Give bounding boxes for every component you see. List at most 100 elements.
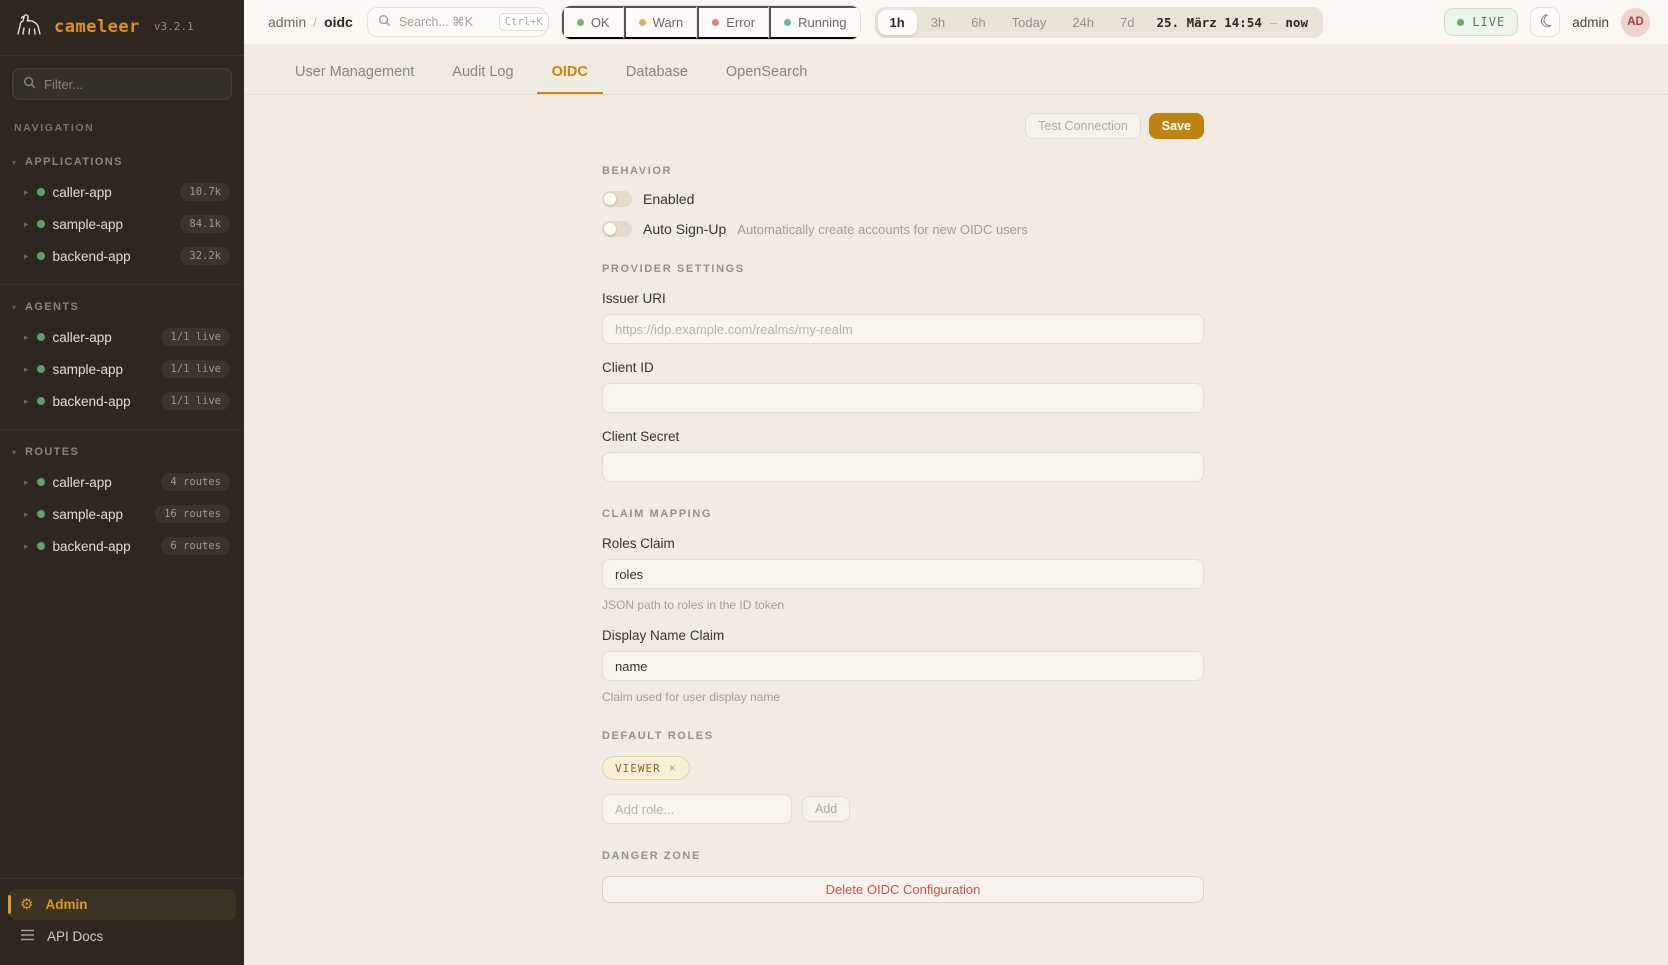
chevron-right-icon: ▸ (24, 509, 29, 520)
chevron-down-icon: ▾ (12, 303, 16, 312)
issuer-uri-input[interactable] (602, 314, 1204, 344)
search-input[interactable] (399, 15, 491, 29)
tab-opensearch[interactable]: OpenSearch (711, 44, 822, 94)
time-dash: — (1270, 15, 1278, 30)
default-roles-section-title: DEFAULT ROLES (602, 730, 1204, 742)
sidebar-item-sample-app-agent[interactable]: ▸ sample-app 1/1 live (0, 353, 244, 385)
range-7d-button[interactable]: 7d (1108, 10, 1146, 35)
enabled-toggle[interactable] (602, 191, 632, 207)
live-badge[interactable]: LIVE (1444, 8, 1518, 36)
sidebar-item-backend-app-agent[interactable]: ▸ backend-app 1/1 live (0, 385, 244, 417)
sidebar-item-caller-app-routes[interactable]: ▸ caller-app 4 routes (0, 466, 244, 498)
running-status-dot (784, 19, 791, 26)
theme-toggle-button[interactable] (1530, 7, 1560, 37)
breadcrumb: admin / oidc (268, 14, 353, 30)
range-3h-button[interactable]: 3h (919, 10, 957, 35)
search-shortcut-kbd: Ctrl+K (499, 13, 549, 31)
sidebar-filter[interactable] (12, 68, 232, 100)
main-area: admin / oidc Ctrl+K OK Warn (244, 0, 1668, 965)
add-role-row: Add (602, 794, 1204, 824)
status-dot (37, 510, 45, 518)
tab-oidc[interactable]: OIDC (537, 44, 603, 94)
roles-claim-input[interactable] (602, 559, 1204, 589)
client-secret-input[interactable] (602, 452, 1204, 482)
brand: cameleer v3.2.1 (0, 0, 244, 56)
remove-role-icon[interactable]: × (669, 761, 677, 775)
sidebar-item-api-docs[interactable]: API Docs (8, 921, 236, 952)
display-name-claim-input[interactable] (602, 651, 1204, 681)
chevron-right-icon: ▸ (24, 541, 29, 552)
breadcrumb-current: oidc (324, 14, 353, 30)
brand-version: v3.2.1 (154, 20, 194, 33)
time-range-group: 1h 3h 6h Today 24h 7d 25. März 14:54 — n… (875, 7, 1323, 38)
delete-oidc-config-button[interactable]: Delete OIDC Configuration (602, 876, 1204, 903)
tab-content: Test Connection Save BEHAVIOR Enabled Au… (244, 95, 1668, 965)
sidebar-item-sample-app-routes[interactable]: ▸ sample-app 16 routes (0, 498, 244, 530)
top-bar: admin / oidc Ctrl+K OK Warn (244, 0, 1668, 44)
breadcrumb-root[interactable]: admin (268, 14, 306, 30)
status-dot (37, 188, 45, 196)
global-search[interactable]: Ctrl+K (367, 7, 547, 37)
search-icon (378, 14, 391, 30)
display-name-claim-helper: Claim used for user display name (602, 690, 1204, 704)
count-badge: 32.2k (180, 247, 230, 265)
live-count-badge: 1/1 live (161, 328, 230, 346)
camel-logo-icon (14, 12, 44, 41)
range-6h-button[interactable]: 6h (959, 10, 997, 35)
sidebar-item-sample-app[interactable]: ▸ sample-app 84.1k (0, 208, 244, 240)
client-id-input[interactable] (602, 383, 1204, 413)
range-1h-button[interactable]: 1h (878, 10, 917, 35)
filter-input[interactable] (44, 77, 221, 92)
sidebar-item-backend-app-routes[interactable]: ▸ backend-app 6 routes (0, 530, 244, 562)
range-24h-button[interactable]: 24h (1060, 10, 1106, 35)
tab-audit-log[interactable]: Audit Log (437, 44, 528, 94)
sidebar-item-backend-app[interactable]: ▸ backend-app 32.2k (0, 240, 244, 272)
breadcrumb-separator: / (313, 14, 317, 30)
form-actions: Test Connection Save (602, 113, 1204, 139)
client-secret-label: Client Secret (602, 429, 1204, 444)
filter-warn-button[interactable]: Warn (624, 6, 698, 39)
enabled-label: Enabled (643, 191, 694, 207)
save-button[interactable]: Save (1149, 113, 1204, 139)
chevron-right-icon: ▸ (24, 477, 29, 488)
status-dot (37, 478, 45, 486)
auto-signup-toggle[interactable] (602, 221, 632, 237)
gear-icon: ⚙ (20, 897, 33, 912)
add-role-button[interactable]: Add (802, 796, 850, 822)
sidebar-item-admin[interactable]: ⚙ Admin (8, 889, 236, 920)
status-filter-group: OK Warn Error Running (561, 5, 861, 40)
username-label: admin (1572, 15, 1609, 30)
role-chip-viewer: VIEWER × (602, 756, 690, 780)
sidebar-nav: ▾ APPLICATIONS ▸ caller-app 10.7k ▸ samp… (0, 140, 244, 878)
count-badge: 84.1k (180, 215, 230, 233)
display-name-claim-label: Display Name Claim (602, 628, 1204, 643)
section-header-agents[interactable]: ▾ AGENTS (0, 295, 244, 321)
auto-signup-description: Automatically create accounts for new OI… (737, 222, 1027, 237)
tab-database[interactable]: Database (611, 44, 703, 94)
chevron-right-icon: ▸ (24, 332, 29, 343)
chevron-right-icon: ▸ (24, 219, 29, 230)
sidebar-item-caller-app-agent[interactable]: ▸ caller-app 1/1 live (0, 321, 244, 353)
auto-signup-toggle-row: Auto Sign-Up Automatically create accoun… (602, 221, 1204, 237)
nav-section-routes: ▾ ROUTES ▸ caller-app 4 routes ▸ sample-… (0, 430, 244, 574)
provider-section-title: PROVIDER SETTINGS (602, 263, 1204, 275)
time-from: 25. März 14:54 (1157, 15, 1262, 30)
section-header-routes[interactable]: ▾ ROUTES (0, 440, 244, 466)
tab-user-management[interactable]: User Management (280, 44, 429, 94)
count-badge: 10.7k (180, 183, 230, 201)
chevron-right-icon: ▸ (24, 396, 29, 407)
client-id-label: Client ID (602, 360, 1204, 375)
chevron-right-icon: ▸ (24, 187, 29, 198)
filter-ok-button[interactable]: OK (562, 6, 624, 39)
live-count-badge: 1/1 live (161, 360, 230, 378)
section-header-applications[interactable]: ▾ APPLICATIONS (0, 150, 244, 176)
filter-running-button[interactable]: Running (769, 6, 859, 39)
routes-count-badge: 16 routes (155, 505, 230, 523)
add-role-input[interactable] (602, 794, 792, 824)
sidebar-item-caller-app[interactable]: ▸ caller-app 10.7k (0, 176, 244, 208)
avatar[interactable]: AD (1621, 8, 1650, 37)
test-connection-button[interactable]: Test Connection (1025, 113, 1141, 139)
status-dot (37, 220, 45, 228)
range-today-button[interactable]: Today (1000, 10, 1059, 35)
filter-error-button[interactable]: Error (697, 6, 769, 39)
